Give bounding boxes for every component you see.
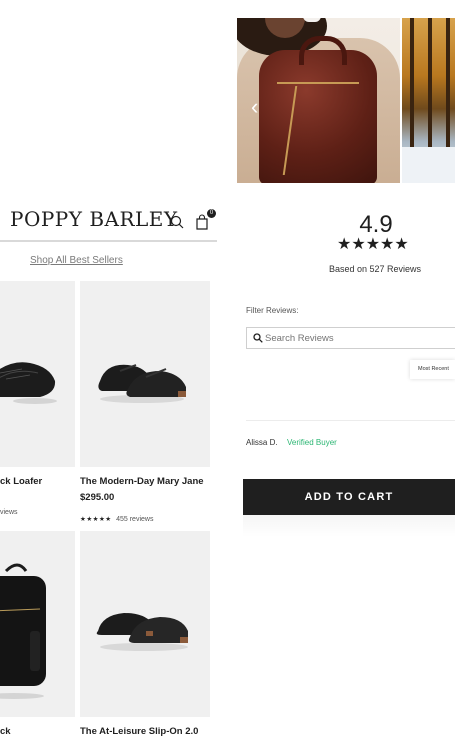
button-shadow <box>243 515 455 537</box>
filter-reviews-label: Filter Reviews: <box>246 306 299 315</box>
verified-buyer-badge: Verified Buyer <box>287 438 337 447</box>
mary-jane-shoe-image <box>98 364 186 403</box>
product-review-count: 455 reviews <box>116 516 154 523</box>
reviewer-name: Alissa D. <box>246 438 278 447</box>
review-divider <box>246 420 455 421</box>
slip-on-shoe-image <box>96 613 188 651</box>
review-count-summary: Based on 527 Reviews <box>329 264 422 274</box>
product-title[interactable]: The At-Leisure Slip-On 2.0 <box>80 726 198 737</box>
rating-stars: ★★★★★ <box>80 516 112 523</box>
product-tile-loafer[interactable] <box>0 281 75 467</box>
average-rating-stars: ★★★★★ <box>337 236 409 253</box>
product-price: $295.00 <box>80 492 115 503</box>
photo-backpack <box>259 36 377 183</box>
shop-all-best-sellers-link[interactable]: Shop All Best Sellers <box>30 255 123 266</box>
search-icon[interactable] <box>170 215 184 229</box>
product-title[interactable]: The Modern-Day Mary Jane <box>80 476 204 487</box>
sort-reviews-dropdown[interactable]: Most Recent <box>410 360 455 379</box>
review-search-input[interactable] <box>265 330 445 346</box>
product-review-count: views <box>0 509 18 516</box>
product-title[interactable]: ck Loafer <box>0 476 42 487</box>
add-to-cart-button[interactable]: ADD TO CART <box>243 479 455 515</box>
chevron-left-icon[interactable]: ‹ <box>251 96 258 118</box>
product-rating-row: ★★★★★ 455 reviews <box>80 508 153 526</box>
carousel-photo-backpack[interactable]: ‹ <box>237 18 400 183</box>
cart-count-badge: 0 <box>207 209 216 218</box>
product-tile-mary-jane[interactable] <box>80 281 210 467</box>
brand-logo[interactable]: POPPY BARLEY <box>10 207 178 231</box>
backpack-image <box>0 563 46 699</box>
header-divider <box>0 240 217 242</box>
shopping-bag-icon[interactable]: 0 <box>194 209 216 231</box>
review-search-field[interactable] <box>246 327 455 349</box>
product-title[interactable]: ck <box>0 726 11 737</box>
search-icon <box>253 333 263 343</box>
product-tile-slip-on[interactable] <box>80 531 210 717</box>
carousel-photo-forest[interactable] <box>402 18 455 183</box>
loafer-shoe-image <box>0 362 57 404</box>
product-tile-backpack[interactable] <box>0 531 75 717</box>
